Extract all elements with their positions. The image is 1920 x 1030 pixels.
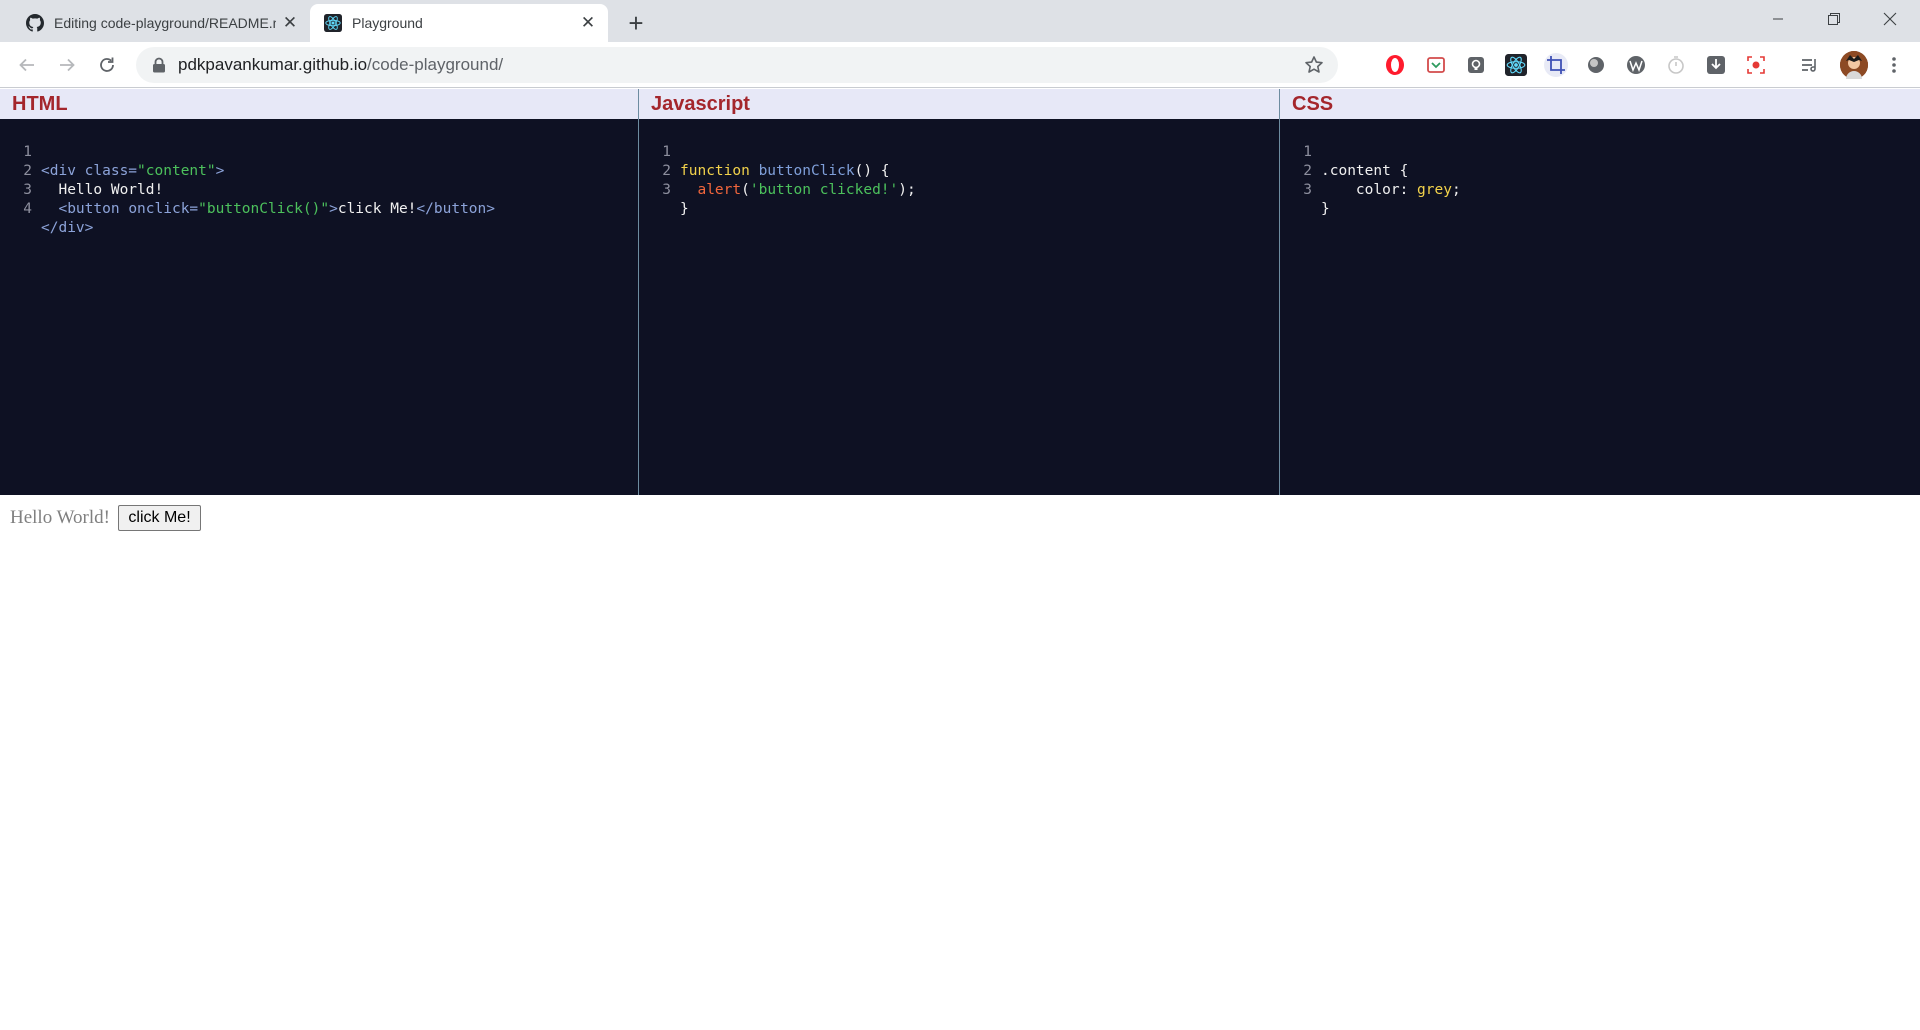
css-editor-title: CSS (1280, 89, 1920, 119)
url-host: pdkpavankumar.github.io (178, 55, 368, 74)
playground-page: HTML 1 <div class="content"> 2 Hello Wor… (0, 89, 1920, 1030)
code-line: 3 } (1280, 162, 1920, 217)
minimize-icon[interactable] (1750, 0, 1806, 38)
screen-record-icon[interactable] (1744, 53, 1768, 77)
code-token: </div> (41, 220, 94, 236)
close-tab-icon[interactable]: ✕ (578, 13, 598, 33)
new-tab-button[interactable]: + (620, 8, 652, 40)
js-code-area[interactable]: 1 function buttonClick() { 2 alert('butt… (639, 119, 1279, 217)
js-editor-title: Javascript (639, 89, 1279, 119)
tab-title: Playground (352, 15, 423, 31)
tab-title: Editing code-playground/README.md (54, 15, 276, 31)
code-token: ; (1451, 182, 1461, 198)
code-line: 2 color: grey; (1280, 143, 1920, 198)
opera-icon[interactable] (1383, 53, 1407, 77)
line-number: 3 (662, 182, 671, 198)
reload-icon[interactable] (91, 49, 123, 81)
editor-row: HTML 1 <div class="content"> 2 Hello Wor… (0, 89, 1920, 495)
code-line: 2 alert('button clicked!'); (639, 143, 1279, 198)
output-preview: Hello World! click Me! (0, 495, 1920, 1030)
code-line: 1 function buttonClick() { (639, 124, 1279, 179)
react-devtools-icon[interactable] (1504, 53, 1528, 77)
code-token: } (680, 201, 689, 217)
line-number: 4 (23, 201, 32, 217)
crop-icon[interactable] (1544, 53, 1568, 77)
click-me-button[interactable]: click Me! (118, 505, 201, 531)
address-bar[interactable]: pdkpavankumar.github.io/code-playground/ (136, 47, 1338, 83)
close-window-icon[interactable] (1862, 0, 1918, 38)
css-editor-pane: CSS 1 .content { 2 color: grey; 3 } (1280, 89, 1920, 495)
code-line: 4 </div> (0, 181, 638, 236)
more-menu-icon[interactable] (1882, 53, 1906, 77)
html-code-area[interactable]: 1 <div class="content"> 2 Hello World! 3… (0, 119, 638, 236)
react-icon (324, 14, 342, 32)
code-token: ); (898, 182, 916, 198)
tab-strip: Editing code-playground/README.md ✕ Play… (0, 0, 1920, 42)
keep-icon[interactable] (1464, 53, 1488, 77)
code-line: 3 } (639, 162, 1279, 217)
output-text: Hello World! (10, 507, 110, 528)
restore-icon[interactable] (1806, 0, 1862, 38)
wordpress-icon[interactable] (1624, 53, 1648, 77)
lock-icon (153, 57, 165, 73)
code-token: "buttonClick()" (198, 201, 330, 217)
back-icon[interactable] (11, 49, 43, 81)
pocket-icon[interactable] (1424, 53, 1448, 77)
code-line: 2 Hello World! (0, 143, 638, 198)
tab-editing-readme[interactable]: Editing code-playground/README.md ✕ (12, 4, 310, 42)
browser-toolbar: pdkpavankumar.github.io/code-playground/ (0, 42, 1920, 88)
js-editor-pane: Javascript 1 function buttonClick() { 2 … (639, 89, 1280, 495)
download-icon[interactable] (1704, 53, 1728, 77)
line-number: 3 (1303, 182, 1312, 198)
code-line: 1 <div class="content"> (0, 124, 638, 179)
bookmark-star-icon[interactable] (1304, 55, 1324, 75)
reading-list-icon[interactable] (1798, 53, 1822, 77)
code-token: click Me! (337, 201, 417, 217)
code-token: grey (1417, 182, 1452, 198)
dark-circle-icon[interactable] (1584, 53, 1608, 77)
html-editor-title: HTML (0, 89, 638, 119)
timer-icon[interactable] (1664, 53, 1688, 77)
code-token: </button> (416, 201, 495, 217)
code-token: } (1321, 201, 1330, 217)
url-text: pdkpavankumar.github.io/code-playground/ (178, 56, 503, 74)
url-path: /code-playground/ (367, 55, 504, 74)
profile-avatar[interactable] (1840, 51, 1868, 79)
html-editor-pane: HTML 1 <div class="content"> 2 Hello Wor… (0, 89, 639, 495)
css-code-area[interactable]: 1 .content { 2 color: grey; 3 } (1280, 119, 1920, 217)
code-line: 1 .content { (1280, 124, 1920, 179)
github-icon (26, 14, 44, 32)
code-token: ( (741, 182, 750, 198)
code-token: onclick= (128, 201, 199, 217)
tab-playground[interactable]: Playground ✕ (310, 4, 608, 42)
code-token: > (329, 201, 338, 217)
code-line: 3 <button onclick="buttonClick()">click … (0, 162, 638, 217)
close-tab-icon[interactable]: ✕ (280, 13, 300, 33)
forward-icon[interactable] (51, 49, 83, 81)
code-token: 'button clicked!' (749, 182, 899, 198)
